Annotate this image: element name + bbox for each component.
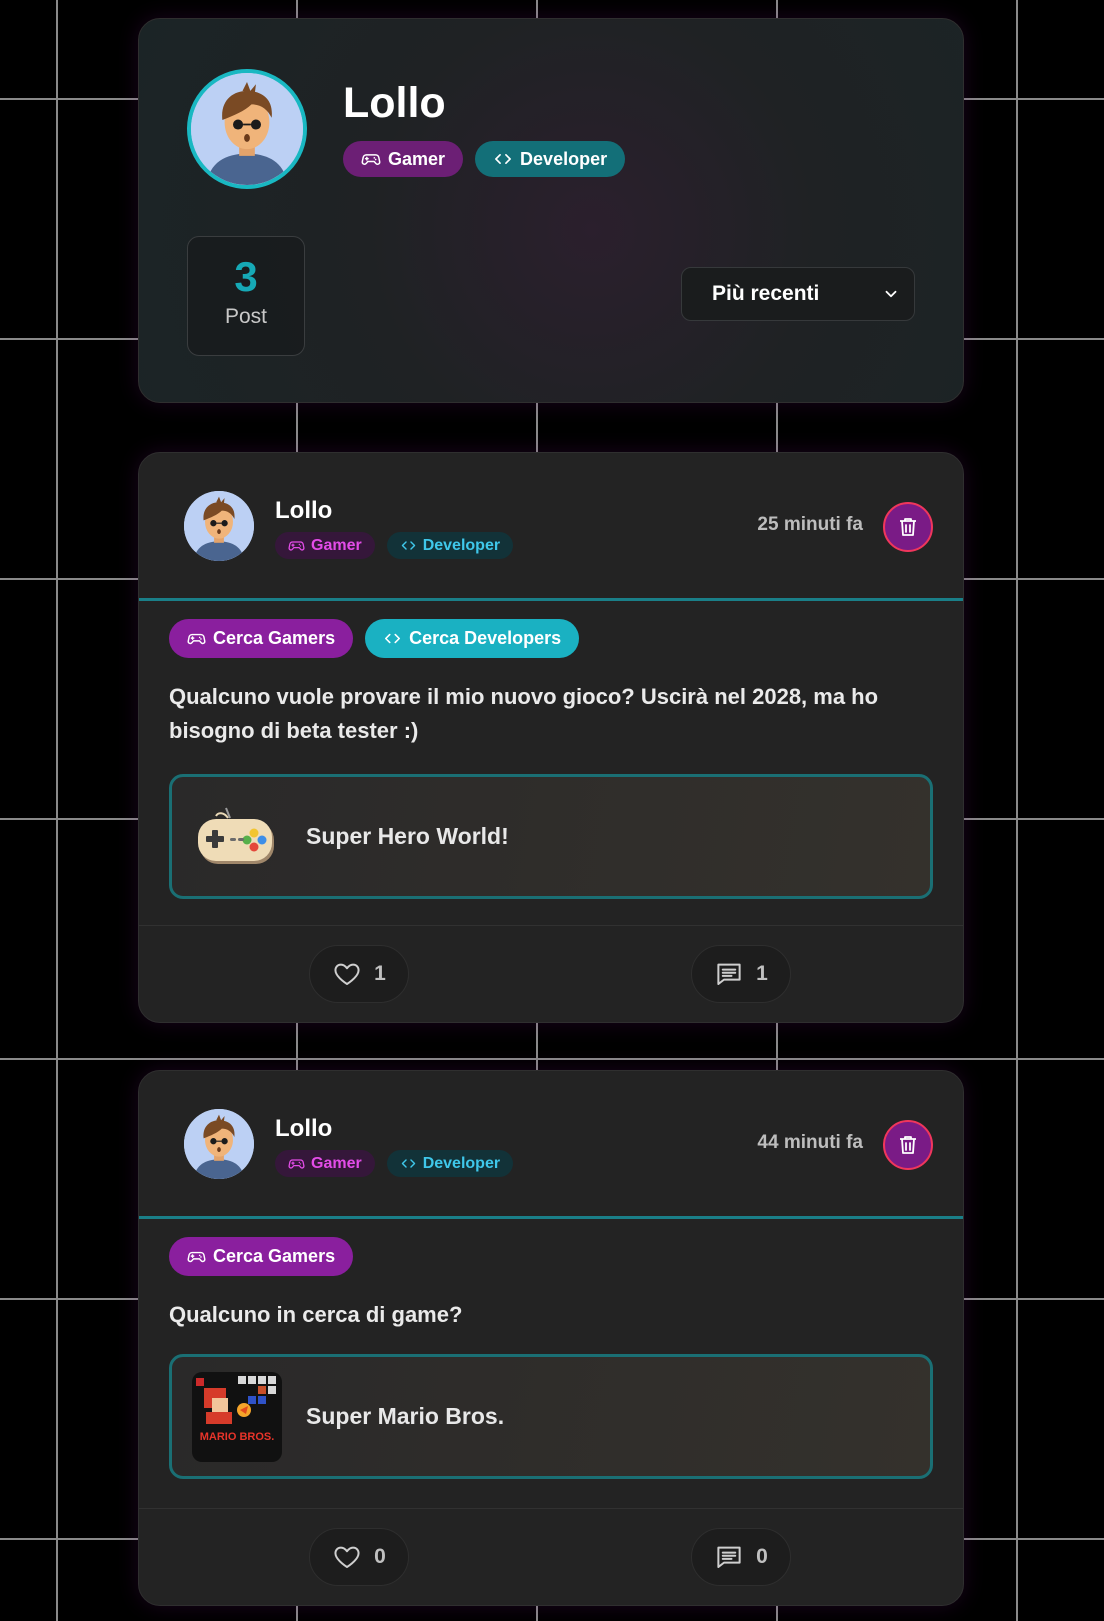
post-card: Lollo Gamer Developer 44 minuti fa Cerca… — [138, 1070, 964, 1606]
gamepad-icon — [198, 807, 274, 864]
profile-badges: Gamer Developer — [343, 141, 626, 177]
heart-icon — [332, 959, 362, 989]
code-icon — [400, 537, 417, 554]
tag-label: Cerca Gamers — [213, 1246, 336, 1266]
sort-select[interactable]: Più recenti — [681, 267, 915, 321]
gamepad-icon — [361, 149, 381, 169]
avatar-image — [184, 1109, 254, 1179]
comment-icon — [714, 959, 744, 989]
like-button[interactable]: 1 — [309, 945, 409, 1003]
author-avatar[interactable] — [184, 491, 254, 561]
like-count: 1 — [374, 962, 386, 985]
avatar-image — [191, 73, 303, 185]
post-tags: Cerca Gamers — [169, 1237, 933, 1276]
trash-icon — [896, 515, 920, 539]
comment-button[interactable]: 1 — [691, 945, 791, 1003]
author-name[interactable]: Lollo — [275, 1115, 332, 1143]
chevron-down-icon — [885, 290, 897, 298]
profile-name: Lollo — [343, 79, 446, 127]
post-body: Cerca Gamers Cerca Developers Qualcuno v… — [139, 601, 963, 899]
tag-cerca-gamers[interactable]: Cerca Gamers — [169, 619, 354, 658]
posts-count: 3 — [234, 253, 258, 300]
profile-card: Lollo Gamer Developer 3 Post Più recenti — [138, 18, 964, 403]
post-header: Lollo Gamer Developer 44 minuti fa — [139, 1071, 963, 1219]
post-text: Qualcuno vuole provare il mio nuovo gioc… — [169, 684, 879, 743]
tag-cerca-gamers[interactable]: Cerca Gamers — [169, 1237, 354, 1276]
author-name[interactable]: Lollo — [275, 497, 332, 525]
code-icon — [493, 149, 513, 169]
comment-count: 1 — [756, 962, 768, 985]
gamer-badge-label: Gamer — [311, 1154, 362, 1172]
game-cover: MARIO BROS. — [192, 1371, 282, 1462]
code-icon — [400, 1155, 417, 1172]
post-timestamp: 25 minuti fa — [757, 514, 863, 535]
developer-badge: Developer — [386, 1150, 514, 1177]
gamer-badge-label: Gamer — [311, 536, 362, 554]
post-body: Cerca Gamers Qualcuno in cerca di game? — [139, 1219, 963, 1479]
game-card[interactable]: MARIO BROS. Super Mario Bros. — [169, 1354, 933, 1479]
author-badges: Gamer Developer — [275, 1150, 514, 1177]
game-cover-image: MARIO BROS. — [192, 1371, 282, 1462]
gamer-badge: Gamer — [343, 141, 464, 177]
trash-icon — [896, 1133, 920, 1157]
posts-stat: 3 Post — [187, 236, 305, 356]
posts-label: Post — [224, 305, 268, 328]
author-avatar[interactable] — [184, 1109, 254, 1179]
delete-post-button[interactable] — [883, 1120, 933, 1170]
heart-icon — [332, 1542, 362, 1572]
cover-title: MARIO BROS. — [198, 1427, 276, 1444]
tag-label: Cerca Developers — [409, 628, 562, 648]
developer-badge-label: Developer — [520, 148, 608, 169]
post-text: Qualcuno in cerca di game? — [169, 1302, 463, 1327]
gamepad-icon — [288, 537, 305, 554]
game-title: Super Mario Bros. — [306, 1403, 505, 1429]
sort-selected-value: Più recenti — [712, 282, 820, 305]
game-thumbnail — [192, 792, 282, 882]
svg-text:MARIO BROS.: MARIO BROS. — [200, 1431, 275, 1443]
post-actions: 1 1 — [139, 925, 963, 1022]
gamepad-icon — [187, 629, 206, 648]
gamepad-icon — [288, 1155, 305, 1172]
tag-label: Cerca Gamers — [213, 628, 336, 648]
gamer-badge: Gamer — [275, 1150, 375, 1177]
gamer-badge-label: Gamer — [388, 148, 446, 169]
code-icon — [383, 629, 402, 648]
like-count: 0 — [374, 1545, 386, 1568]
post-timestamp: 44 minuti fa — [757, 1132, 863, 1153]
gamepad-icon — [187, 1247, 206, 1266]
comment-icon — [714, 1542, 744, 1572]
post-card: Lollo Gamer Developer 25 minuti fa Cerca… — [138, 452, 964, 1023]
author-badges: Gamer Developer — [275, 532, 514, 559]
comment-count: 0 — [756, 1545, 768, 1568]
developer-badge: Developer — [475, 141, 626, 177]
avatar-image — [184, 491, 254, 561]
tag-cerca-developers[interactable]: Cerca Developers — [365, 619, 580, 658]
post-tags: Cerca Gamers Cerca Developers — [169, 619, 933, 658]
post-header: Lollo Gamer Developer 25 minuti fa — [139, 453, 963, 601]
developer-badge: Developer — [386, 532, 514, 559]
game-title: Super Hero World! — [306, 823, 509, 849]
comment-button[interactable]: 0 — [691, 1528, 791, 1586]
post-actions: 0 0 — [139, 1508, 963, 1605]
game-card[interactable]: Super Hero World! — [169, 774, 933, 899]
delete-post-button[interactable] — [883, 502, 933, 552]
developer-badge-label: Developer — [422, 536, 501, 554]
like-button[interactable]: 0 — [309, 1528, 409, 1586]
gamer-badge: Gamer — [275, 532, 375, 559]
profile-avatar — [187, 69, 307, 189]
developer-badge-label: Developer — [422, 1154, 501, 1172]
